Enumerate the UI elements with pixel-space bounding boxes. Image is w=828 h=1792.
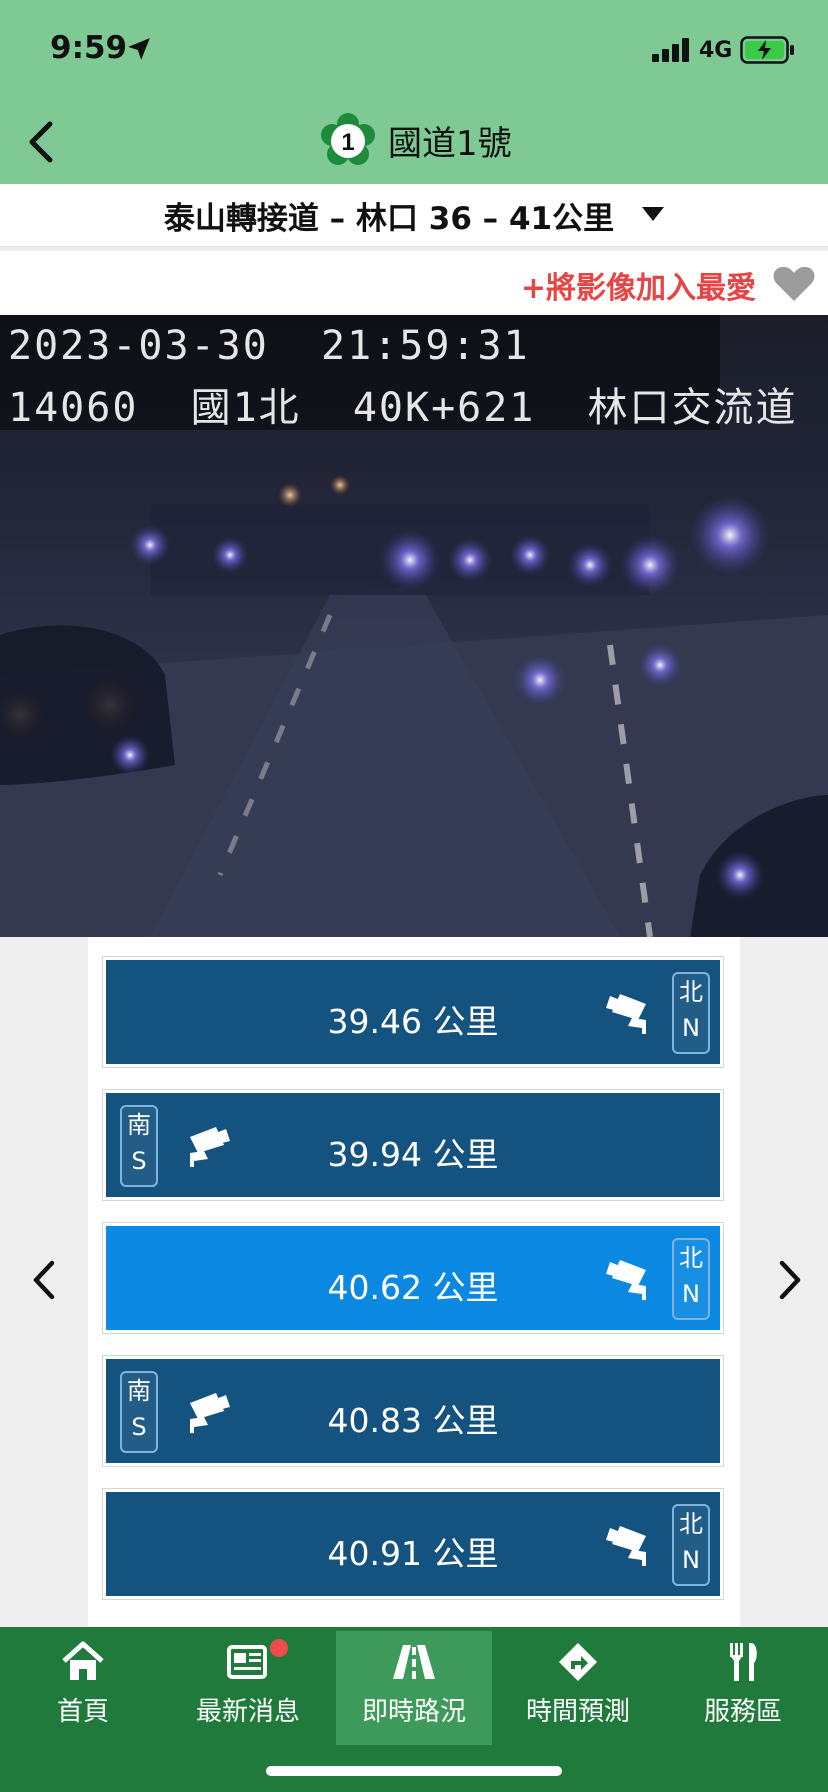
plum-blossom-route-icon: 1: [321, 113, 375, 165]
direction-en: N: [682, 1546, 700, 1574]
heart-icon[interactable]: [772, 265, 816, 303]
direction-zh: 北: [679, 978, 703, 1006]
tab-label: 最新消息: [195, 1697, 300, 1727]
direction-badge: 北 N: [672, 1238, 710, 1320]
direction-zh: 北: [679, 1510, 703, 1538]
route-number: 1: [341, 129, 354, 156]
favorite-row: +將影像加入最愛: [0, 251, 828, 315]
tab-service-area[interactable]: 服務區: [665, 1631, 821, 1745]
cctv-camera-icon: [606, 994, 646, 1034]
camera-item-selected[interactable]: 40.62 公里 北 N: [102, 1222, 724, 1334]
battery-charging-icon: [740, 36, 794, 64]
utensils-icon: [730, 1643, 757, 1681]
cctv-camera-icon: [606, 1526, 646, 1566]
next-arrow-icon[interactable]: [770, 1255, 810, 1305]
tab-home[interactable]: 首頁: [5, 1631, 161, 1745]
camera-item[interactable]: 39.46 公里 北 N: [102, 956, 724, 1068]
tab-news[interactable]: 最新消息: [170, 1631, 326, 1745]
back-button[interactable]: [20, 114, 70, 170]
camera-item[interactable]: 南 S 40.83 公里: [102, 1355, 724, 1467]
camera-location-caption: 14060 國1北 40K+621 林口交流道: [8, 385, 798, 431]
tab-label: 首頁: [56, 1697, 109, 1727]
tab-time-forecast[interactable]: 時間預測: [500, 1631, 656, 1745]
home-icon: [62, 1641, 104, 1680]
camera-list: 39.46 公里 北 N 南 S 39.94 公里 40.62 公里 北 N 南…: [88, 937, 740, 1627]
camera-item[interactable]: 40.91 公里 北 N: [102, 1488, 724, 1600]
tab-label: 時間預測: [525, 1697, 630, 1727]
home-indicator: [266, 1766, 562, 1776]
direction-en: N: [682, 1014, 700, 1042]
nav-title-group: 1 國道1號: [320, 112, 512, 168]
news-icon: [227, 1645, 267, 1679]
tab-traffic-live[interactable]: 即時路況: [336, 1631, 492, 1745]
segment-dropdown[interactable]: 泰山轉接道 – 林口 36 – 41公里: [0, 184, 828, 247]
navigation-bar: 1 國道1號: [0, 100, 828, 184]
caret-down-icon: [642, 207, 665, 221]
direction-badge: 北 N: [672, 972, 710, 1054]
cellular-signal-icon: [652, 38, 689, 62]
location-arrow-icon: [128, 38, 150, 60]
cctv-camera-icon: [606, 1260, 646, 1300]
camera-timestamp: 2023-03-30 21:59:31: [8, 323, 530, 369]
route-sign-icon: [559, 1643, 597, 1681]
tab-label: 服務區: [703, 1697, 782, 1727]
direction-en: N: [682, 1280, 700, 1308]
add-to-favorites-link[interactable]: +將影像加入最愛: [521, 263, 756, 307]
notification-dot: [270, 1639, 288, 1657]
chevron-left-icon: [29, 121, 53, 163]
segment-label: 泰山轉接道 – 林口 36 – 41公里: [163, 200, 615, 237]
status-bar: 9:59 4G: [0, 0, 828, 100]
road-icon: [393, 1645, 435, 1679]
page-title: 國道1號: [388, 123, 512, 164]
direction-zh: 北: [679, 1244, 703, 1272]
network-type: 4G: [699, 38, 733, 63]
previous-arrow-icon[interactable]: [24, 1255, 64, 1305]
tab-label: 即時路況: [361, 1697, 466, 1727]
status-time: 9:59: [50, 30, 128, 66]
camera-image: 2023-03-30 21:59:31 14060 國1北 40K+621 林口…: [0, 315, 828, 937]
direction-badge: 北 N: [672, 1504, 710, 1586]
camera-km-label: 40.83 公里: [327, 1401, 499, 1440]
bottom-tab-bar: 首頁 最新消息 即時路況 時間預測 服務區: [0, 1627, 828, 1792]
camera-km-label: 39.94 公里: [327, 1135, 499, 1174]
camera-item[interactable]: 南 S 39.94 公里: [102, 1089, 724, 1201]
